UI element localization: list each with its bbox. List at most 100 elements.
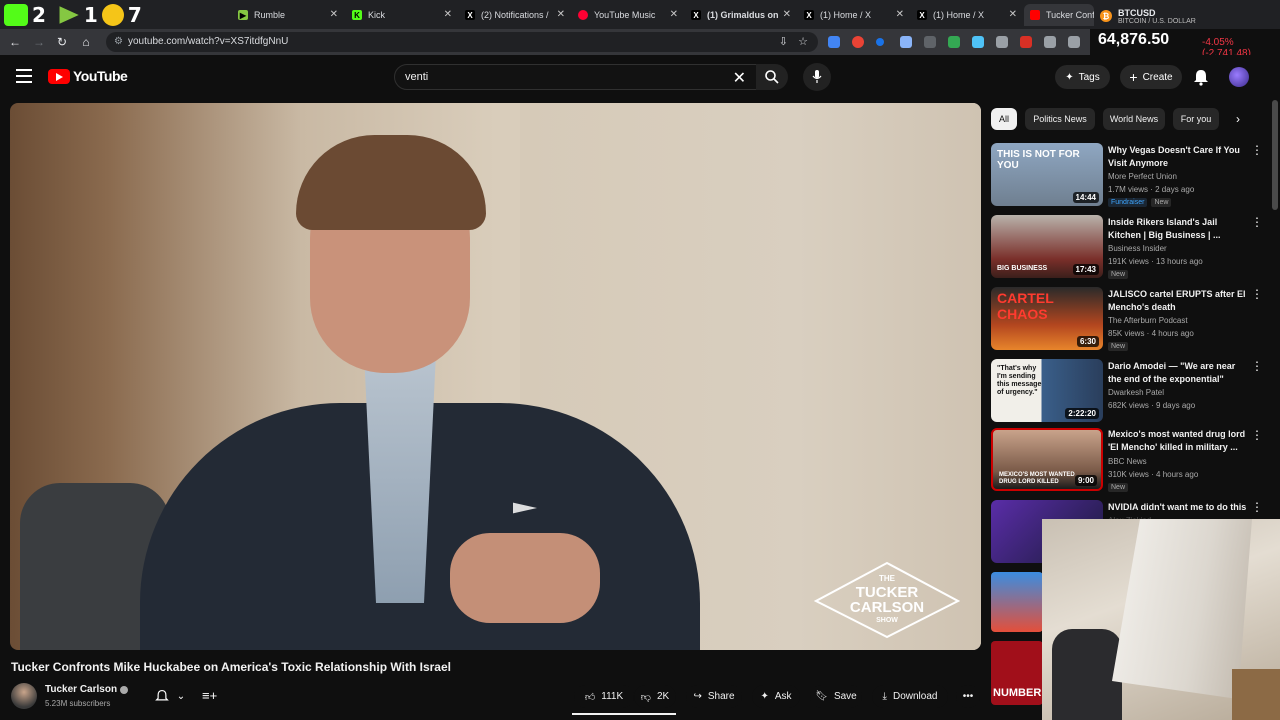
subscription-bell-button[interactable]: ⌄ [146,685,194,707]
url-text: youtube.com/watch?v=XS7itdfgNnU [128,36,289,47]
close-tab-icon[interactable]: ✕ [330,9,338,20]
sparkle-icon: ✦ [1065,71,1074,83]
recommendation-item[interactable]: "That's why I'm sending this message of … [991,359,1263,427]
account-avatar[interactable] [1229,67,1249,87]
tab-rumble[interactable]: ▶ Rumble ✕ [238,4,338,26]
channel-avatar[interactable] [11,683,37,709]
menu-icon[interactable] [16,69,32,83]
recommendation-item[interactable]: CARTEL CHAOS 6:30 JALISCO cartel ERUPTS … [991,287,1263,355]
more-vertical-icon[interactable]: ⋮ [1251,216,1263,228]
recommendation-thumbnail[interactable]: THIS IS NOT FOR YOU 14:44 [991,143,1103,206]
home-icon[interactable]: ⌂ [79,35,93,49]
more-vertical-icon[interactable]: ⋮ [1251,144,1263,156]
recommendation-title[interactable]: JALISCO cartel ERUPTS after El Mencho's … [1108,288,1248,314]
more-actions-button[interactable]: ••• [956,685,980,708]
recommendation-channel[interactable]: The Afterburn Podcast [1108,316,1188,325]
tab-grimaldus-x[interactable]: X (1) Grimaldus on ✕ [691,4,791,26]
search-button[interactable] [756,64,788,90]
reload-icon[interactable]: ↻ [55,35,69,49]
back-icon[interactable]: ← [8,35,22,49]
extension-6-icon[interactable] [948,36,960,48]
install-app-icon[interactable]: ⇩ [779,35,788,48]
video-player[interactable]: THE TUCKER CARLSON SHOW [10,103,981,650]
dislike-button[interactable]: 👎︎ 2K [634,685,676,708]
tab-tucker-active[interactable]: Tucker Confro [1024,4,1094,26]
recommendation-item[interactable]: BIG BUSINESS 17:43 Inside Rikers Island'… [991,215,1263,283]
forward-icon[interactable]: → [32,35,46,49]
more-horizontal-icon: ••• [962,691,974,702]
more-vertical-icon[interactable]: ⋮ [1251,360,1263,372]
bookmark-star-icon[interactable]: ☆ [798,35,808,48]
close-tab-icon[interactable]: ✕ [896,9,904,20]
extension-1-icon[interactable] [828,36,840,48]
create-button[interactable]: + Create [1120,65,1182,89]
tab-label: YouTube Music [594,10,656,20]
more-vertical-icon[interactable]: ⋮ [1251,288,1263,300]
chevron-right-icon[interactable]: › [1236,112,1240,126]
extension-4-icon[interactable] [900,36,912,48]
notifications-bell-icon[interactable] [1192,68,1210,86]
recommendation-title[interactable]: Why Vegas Doesn't Care If You Visit Anym… [1108,144,1248,170]
sidebar-toggle-icon[interactable] [1068,36,1080,48]
save-button[interactable]: 🔖︎ Save [810,685,862,708]
close-tab-icon[interactable]: ✕ [1009,9,1017,20]
page-scrollbar[interactable] [1272,100,1278,210]
more-vertical-icon[interactable]: ⋮ [1251,429,1263,441]
tab-kick[interactable]: K Kick ✕ [352,4,452,26]
youtube-logo[interactable]: YouTube [48,68,128,84]
recommendation-item[interactable]: MEXICO'S MOST WANTED DRUG LORD KILLED 9:… [991,428,1263,496]
extension-2-icon[interactable] [852,36,864,48]
video-duration: 2:22:20 [1065,408,1099,419]
chip-for-you[interactable]: For you [1173,108,1219,130]
recommendation-item[interactable]: THIS IS NOT FOR YOU 14:44 Why Vegas Does… [991,143,1263,211]
recommendation-thumbnail-partial[interactable] [991,572,1043,632]
extension-5-icon[interactable] [924,36,936,48]
search-input[interactable]: venti ✕ [394,64,757,90]
channel-name[interactable]: Tucker Carlson [45,684,117,695]
recommendation-channel[interactable]: Business Insider [1108,244,1167,253]
chip-all[interactable]: All [991,108,1017,130]
more-vertical-icon[interactable]: ⋮ [1251,501,1263,513]
fundraiser-badge: Fundraiser [1108,198,1148,207]
close-tab-icon[interactable]: ✕ [557,9,565,20]
recommendation-thumbnail[interactable]: "That's why I'm sending this message of … [991,359,1103,422]
recommendation-channel[interactable]: Dwarkesh Patel [1108,388,1164,397]
tab-home-x-2[interactable]: X (1) Home / X ✕ [917,4,1017,26]
tab-label: (1) Grimaldus on [707,10,779,20]
recommendation-title[interactable]: Inside Rikers Island's Jail Kitchen | Bi… [1108,216,1248,242]
extensions-puzzle-icon[interactable] [1044,36,1056,48]
chip-world-news[interactable]: World News [1103,108,1165,130]
recommendation-thumbnail[interactable]: MEXICO'S MOST WANTED DRUG LORD KILLED 9:… [991,428,1103,491]
address-bar[interactable]: ⚙ youtube.com/watch?v=XS7itdfgNnU ⇩ ☆ [106,32,818,52]
chip-politics-news[interactable]: Politics News [1025,108,1095,130]
recommendation-thumbnail[interactable]: BIG BUSINESS 17:43 [991,215,1103,278]
tab-home-x-1[interactable]: X (1) Home / X ✕ [804,4,904,26]
clear-search-icon[interactable]: ✕ [733,68,746,88]
extension-8-icon[interactable] [996,36,1008,48]
like-button[interactable]: 👍︎ 111K [574,685,634,708]
tab-youtube-music[interactable]: YouTube Music ✕ [578,4,678,26]
recommendation-thumbnail-partial[interactable]: NUMBER [991,641,1043,705]
kick-favicon-icon: K [352,10,362,20]
site-info-icon[interactable]: ⚙ [114,36,123,47]
extension-3-icon[interactable] [876,38,884,46]
like-count: 111K [601,691,624,702]
recommendation-title[interactable]: Dario Amodei — "We are near the end of t… [1108,360,1248,386]
close-tab-icon[interactable]: ✕ [783,9,791,20]
tab-notifications-x[interactable]: X (2) Notifications / ✕ [465,4,565,26]
extension-9-icon[interactable] [1020,36,1032,48]
share-button[interactable]: ↪ Share [686,685,742,708]
recommendation-thumbnail[interactable]: CARTEL CHAOS 6:30 [991,287,1103,350]
close-tab-icon[interactable]: ✕ [670,9,678,20]
ask-button[interactable]: ✦ Ask [752,685,800,708]
recommendation-title[interactable]: NVIDIA didn't want me to do this [1108,501,1248,514]
tags-button[interactable]: ✦ Tags [1055,65,1110,89]
recommendation-title[interactable]: Mexico's most wanted drug lord 'El Mench… [1108,428,1248,454]
extension-7-icon[interactable] [972,36,984,48]
add-to-playlist-icon[interactable]: ≡+ [202,688,220,706]
download-button[interactable]: ⤓ Download [872,685,948,708]
close-tab-icon[interactable]: ✕ [444,9,452,20]
voice-search-button[interactable] [803,63,831,91]
recommendation-channel[interactable]: More Perfect Union [1108,172,1177,181]
recommendation-channel[interactable]: BBC News [1108,457,1147,466]
